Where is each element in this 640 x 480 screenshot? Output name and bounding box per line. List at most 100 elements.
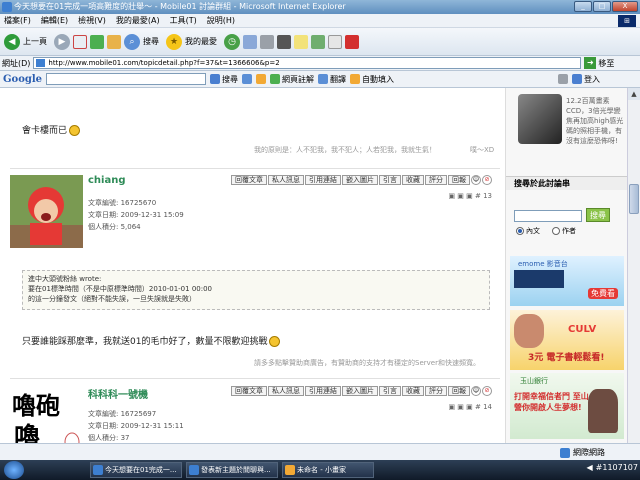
history-icon[interactable]: ◷	[224, 33, 240, 50]
quote-button[interactable]: 引言	[379, 175, 401, 185]
report-button[interactable]: 回報	[448, 175, 470, 185]
post-username[interactable]: 科科科一號機	[88, 386, 148, 401]
research-icon[interactable]	[311, 34, 325, 49]
ad-model-graphic	[514, 314, 544, 348]
menu-file[interactable]: 檔案(F)	[4, 15, 31, 26]
stop-icon[interactable]	[73, 34, 87, 49]
menu-tools[interactable]: 工具(T)	[170, 15, 197, 26]
status-bar: 網際網路	[0, 443, 640, 460]
back-arrow-icon[interactable]: ◀	[4, 33, 20, 50]
go-button-label[interactable]: 移至	[598, 58, 614, 69]
private-message-button[interactable]: 私人訊息	[268, 386, 304, 396]
phone-ad-text[interactable]: 12.2百萬畫素CCD，3倍光學變焦再加高high感光碼的照相手機，有沒有這麼恐…	[566, 96, 624, 146]
quote-link-button[interactable]: 引用連結	[305, 175, 341, 185]
address-url[interactable]: http://www.mobile01.com/topicdetail.php?…	[48, 59, 279, 67]
print-icon[interactable]	[260, 34, 274, 49]
mail-icon[interactable]	[243, 34, 257, 49]
google-signin-button[interactable]: 登入	[572, 74, 600, 85]
menu-view[interactable]: 檢視(V)	[78, 15, 106, 26]
floor-number: # 14	[475, 403, 492, 411]
post-divider	[10, 378, 500, 379]
esun-bank-ad[interactable]: 玉山銀行 打開幸福信者門 至山營你開啟人生夢想!	[510, 373, 624, 439]
home-icon[interactable]	[107, 34, 121, 49]
private-message-button[interactable]: 私人訊息	[268, 175, 304, 185]
menu-favorites[interactable]: 我的最愛(A)	[116, 15, 160, 26]
taskbar-item-post[interactable]: 發表新主題於閒聊與...	[186, 462, 278, 478]
google-search-input[interactable]	[46, 73, 207, 85]
favorites-button-label[interactable]: 我的最愛	[185, 36, 217, 47]
thread-search-button[interactable]: 搜尋	[586, 208, 610, 222]
scroll-thumb[interactable]	[629, 184, 639, 214]
quote-author: 進中大頭號粉絲 wrote:	[28, 275, 102, 283]
user-score: 個人積分: 37	[88, 434, 130, 442]
refresh-icon[interactable]	[90, 34, 104, 49]
thread-search-input[interactable]	[514, 210, 582, 222]
rate-button[interactable]: 評分	[425, 386, 447, 396]
edit-icon[interactable]	[277, 34, 291, 49]
google-pagerank-button[interactable]: 網頁註解	[270, 74, 314, 85]
minimize-button[interactable]: _	[574, 1, 592, 12]
post-username[interactable]: chiang	[88, 175, 126, 186]
menu-edit[interactable]: 編輯(E)	[41, 15, 68, 26]
vertical-scrollbar[interactable]: ▲ ▼	[627, 88, 640, 460]
user-icon	[572, 74, 583, 84]
post-body-text: 只要誰能踩那麼準，我就送01的毛巾好了，數量不限歡迎挑戰	[22, 337, 268, 347]
pdf-icon[interactable]	[345, 34, 359, 49]
bookmark-button[interactable]: 收藏	[402, 175, 424, 185]
svg-text:嚕砲: 嚕砲	[12, 392, 60, 420]
bookmark-button[interactable]: 收藏	[402, 386, 424, 396]
post-actions: 回覆文章 私人訊息 引用連結 嵌入圖片 引言 收藏 評分 回報 ☺ ⊘	[231, 386, 492, 396]
embed-image-button[interactable]: 嵌入圖片	[342, 386, 378, 396]
menu-help[interactable]: 說明(H)	[207, 15, 235, 26]
google-logo: Google	[3, 73, 43, 85]
start-button[interactable]	[4, 461, 24, 479]
reply-button[interactable]: 回覆文章	[231, 386, 267, 396]
google-autofill-button[interactable]: 自動填入	[350, 74, 394, 85]
forward-arrow-icon[interactable]: ▶	[54, 33, 70, 50]
quote-button[interactable]: 引言	[379, 386, 401, 396]
block-icon[interactable]: ⊘	[482, 175, 492, 185]
phone-ad-image[interactable]	[518, 94, 562, 144]
system-tray: ◀ #1107107	[587, 463, 639, 472]
google-translate-button[interactable]: 翻譯	[318, 74, 346, 85]
tray-icon[interactable]: ◀	[587, 463, 593, 472]
embed-image-button[interactable]: 嵌入圖片	[342, 175, 378, 185]
messenger-icon[interactable]	[328, 34, 342, 49]
block-icon[interactable]: ⊘	[482, 386, 492, 396]
emome-ad[interactable]: emome 影音台 免費看	[510, 256, 624, 306]
google-plus-button[interactable]	[242, 74, 253, 84]
taskbar-item-label: 發表新主題於閒聊與...	[201, 466, 271, 474]
favorites-star-icon[interactable]: ★	[166, 33, 182, 50]
favorite-icon[interactable]: ☺	[471, 175, 481, 185]
taskbar-item-ie[interactable]: 今天想要在01完成一...	[90, 462, 182, 478]
post-body: 只要誰能踩那麼準，我就送01的毛巾好了，數量不限歡迎挑戰	[22, 334, 281, 347]
post-floor[interactable]: ▣ ▣ ▣ # 14	[448, 403, 492, 411]
report-button[interactable]: 回報	[448, 386, 470, 396]
note-icon[interactable]	[294, 34, 308, 49]
google-translate-label: 翻譯	[330, 74, 347, 84]
scroll-up-arrow-icon[interactable]: ▲	[628, 88, 640, 100]
status-zone: 網際網路	[560, 447, 605, 458]
radio-author[interactable]: 作者	[552, 226, 576, 236]
quote-link-button[interactable]: 引用連結	[305, 386, 341, 396]
google-settings-button[interactable]	[558, 74, 569, 84]
culv-ad[interactable]: CULV 3元 電子書輕鬆看!	[510, 310, 624, 370]
post-floor[interactable]: ▣ ▣ ▣ # 13	[448, 192, 492, 200]
go-arrow-icon[interactable]: ➜	[584, 57, 597, 69]
google-search-button[interactable]: 搜尋	[210, 74, 238, 85]
search-icon[interactable]: ⌕	[124, 33, 140, 50]
radio-content[interactable]: 內文	[516, 226, 540, 236]
translate-icon	[318, 74, 329, 84]
maximize-button[interactable]: □	[593, 1, 611, 12]
close-button[interactable]: X	[612, 1, 638, 12]
reply-button[interactable]: 回覆文章	[231, 175, 267, 185]
address-input[interactable]: http://www.mobile01.com/topicdetail.php?…	[33, 57, 582, 69]
taskbar-item-paint[interactable]: 未命名 - 小畫家	[282, 462, 374, 478]
google-bookmark-button[interactable]	[256, 74, 267, 84]
rate-button[interactable]: 評分	[425, 175, 447, 185]
search-button-label[interactable]: 搜尋	[143, 36, 159, 47]
windows-logo-icon: ⊞	[618, 15, 636, 27]
favorite-icon[interactable]: ☺	[471, 386, 481, 396]
avatar[interactable]	[10, 175, 83, 248]
back-button-label[interactable]: 上一頁	[23, 36, 47, 47]
